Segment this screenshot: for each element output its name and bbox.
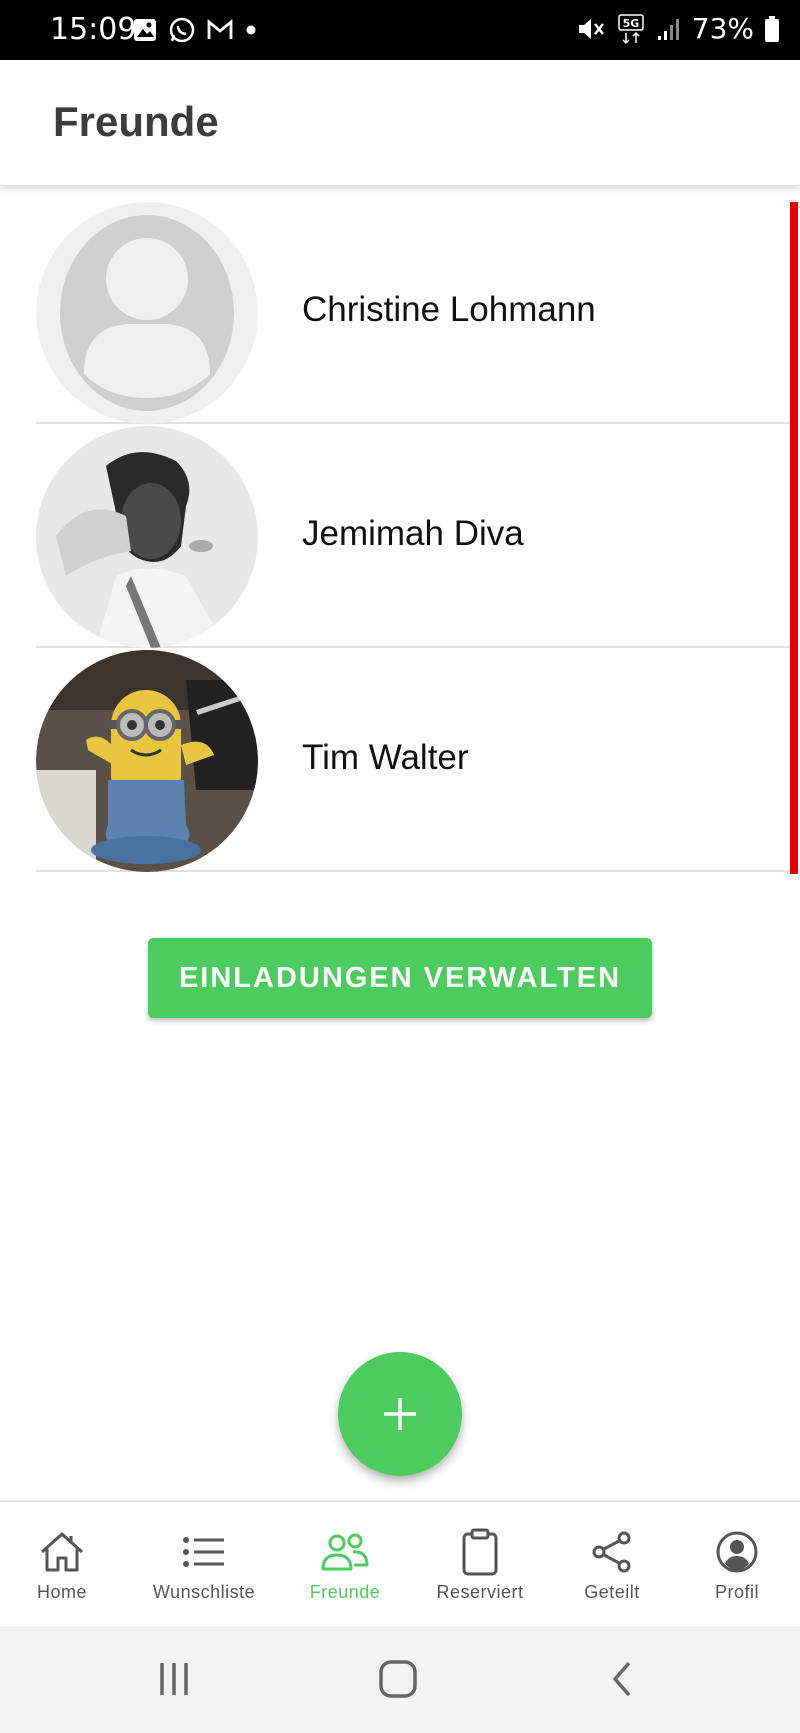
system-status-icons: 5G 73% (576, 12, 780, 45)
avatar-photo-minion (36, 650, 258, 872)
nav-label: Geteilt (584, 1582, 640, 1602)
gmail-icon (207, 19, 233, 39)
back-chevron-icon (613, 1661, 631, 1697)
friend-row[interactable]: Tim Walter (36, 648, 791, 872)
avatar-photo-woman (36, 426, 258, 648)
share-icon (592, 1531, 631, 1573)
nav-label: Wunschliste (152, 1582, 256, 1602)
app-bar: Freunde (0, 60, 800, 185)
mute-icon (578, 18, 604, 39)
friend-name: Jemimah Diva (302, 514, 524, 553)
gallery-icon (134, 19, 156, 41)
nav-label: Reserviert (436, 1582, 524, 1602)
whatsapp-icon (169, 17, 195, 43)
nav-item-profile[interactable]: Profil (697, 1502, 777, 1628)
clipboard-icon (462, 1528, 498, 1576)
status-bar: 15:09 5G 73% (0, 0, 800, 60)
friend-row[interactable]: Christine Lohmann (36, 200, 791, 424)
bottom-navigation: Home Wunschliste Freunde Reserviert Gete… (0, 1500, 800, 1626)
recent-apps-button[interactable] (144, 1654, 204, 1704)
svg-text:5G: 5G (622, 17, 639, 30)
battery-percentage: 73% (691, 12, 754, 45)
list-icon (183, 1537, 224, 1567)
people-icon (321, 1533, 369, 1571)
nav-label: Profil (714, 1582, 759, 1602)
home-square-icon (379, 1660, 417, 1698)
friend-name: Christine Lohmann (302, 290, 596, 329)
friend-list: Christine Lohmann Jemimah Diva Tim Walte… (0, 200, 800, 872)
nav-item-home[interactable]: Home (22, 1502, 102, 1628)
status-time: 15:09 (50, 12, 137, 47)
scroll-indicator (790, 202, 798, 874)
notification-icons (132, 16, 258, 44)
page-title: Freunde (53, 98, 219, 145)
home-icon (40, 1532, 84, 1572)
signal-icon (657, 18, 679, 40)
recent-apps-icon (160, 1663, 188, 1695)
network-5g-icon: 5G (618, 13, 644, 44)
add-friend-button[interactable] (338, 1352, 462, 1476)
dot-icon (246, 25, 256, 35)
back-button[interactable] (592, 1654, 652, 1704)
system-navigation-bar (0, 1626, 800, 1733)
friend-name: Tim Walter (302, 738, 469, 777)
nav-item-reserved[interactable]: Reserviert (430, 1502, 530, 1628)
manage-invitations-button[interactable]: EINLADUNGEN VERWALTEN (148, 938, 652, 1018)
friend-row[interactable]: Jemimah Diva (36, 424, 791, 648)
nav-label: Freunde (309, 1582, 381, 1602)
profile-icon (716, 1531, 758, 1573)
nav-item-friends[interactable]: Freunde (300, 1502, 390, 1628)
avatar-placeholder (36, 202, 258, 424)
home-system-button[interactable] (368, 1654, 428, 1704)
nav-item-shared[interactable]: Geteilt (572, 1502, 652, 1628)
nav-item-wishlist[interactable]: Wunschliste (144, 1502, 264, 1628)
battery-icon (765, 15, 779, 42)
plus-icon (384, 1398, 416, 1430)
nav-label: Home (36, 1582, 87, 1602)
